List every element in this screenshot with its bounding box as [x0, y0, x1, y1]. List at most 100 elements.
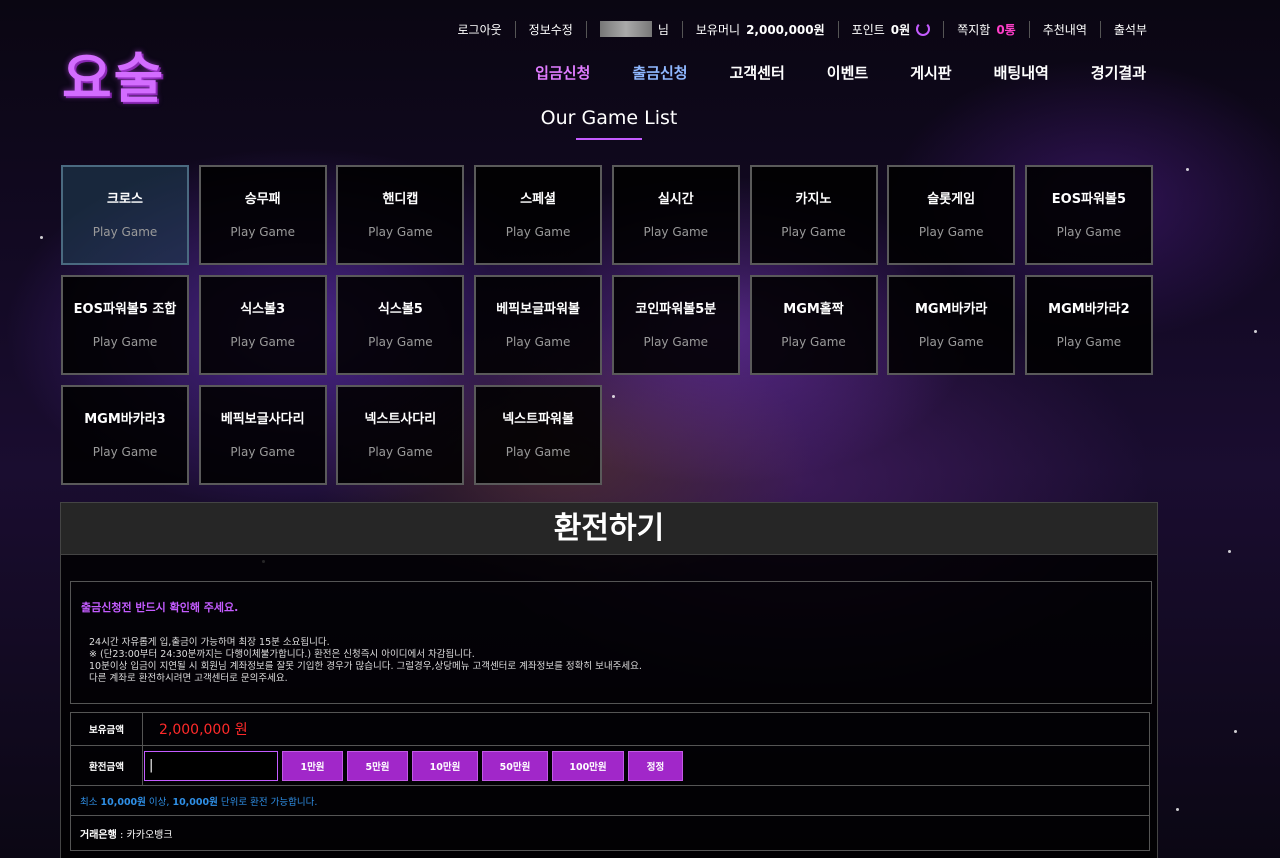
play-game-label: Play Game [230, 224, 295, 239]
nav-customer-center[interactable]: 고객센터 [709, 62, 806, 83]
play-game-label: Play Game [92, 444, 158, 459]
game-tile[interactable]: 식스볼5 Play Game [336, 275, 465, 375]
game-name: 스페셜 [520, 191, 557, 207]
edit-info-link[interactable]: 정보수정 [514, 20, 586, 38]
play-game-label: Play Game [1056, 334, 1122, 349]
nav-withdraw[interactable]: 출금신청 [611, 62, 708, 83]
masked-username [599, 21, 652, 37]
add-10k-button[interactable]: 1만원 [282, 750, 343, 781]
refresh-icon[interactable] [916, 22, 931, 36]
user-name: 님 [585, 20, 682, 38]
game-name: 베픽보글사다리 [220, 411, 305, 427]
add-500k-button[interactable]: 50만원 [482, 750, 548, 781]
game-tile[interactable]: 승무패 Play Game [198, 165, 327, 265]
play-game-label: Play Game [643, 334, 709, 349]
exchange-amount-label: 환전금액 [71, 746, 143, 785]
min-note-row: 최소 10,000원 이상, 10,000원 단위로 환전 가능합니다. [71, 786, 1149, 816]
game-name: 승무패 [244, 191, 281, 207]
exchange-panel: 환전하기 출금신청전 반드시 확인해 주세요. 24시간 자유롭게 입,출금이 … [60, 502, 1158, 858]
game-name: 넥스트사다리 [364, 411, 437, 427]
game-name: 베픽보글파워볼 [496, 301, 580, 317]
exchange-title: 환전하기 [61, 503, 1157, 555]
play-game-label: Play Game [918, 334, 984, 349]
notice-line: 다른 계좌로 환전하시려면 고객센터로 문의주세요. [89, 673, 288, 684]
reset-button[interactable]: 정정 [628, 750, 683, 781]
play-game-label: Play Game [1056, 224, 1122, 239]
nav-event[interactable]: 이벤트 [806, 62, 889, 83]
game-tile[interactable]: 핸디캡 Play Game [336, 165, 465, 265]
bank-row: 거래은행 : 카카오뱅크 [71, 816, 1149, 850]
holding-row: 보유금액 2,000,000 원 [71, 713, 1149, 746]
site-logo[interactable]: 요술 [62, 34, 165, 113]
play-game-label: Play Game [92, 224, 158, 239]
game-tile[interactable]: 넥스트파워볼 Play Game [474, 385, 603, 485]
min-amount-note: 최소 10,000원 이상, 10,000원 단위로 환전 가능합니다. [80, 796, 318, 808]
game-name: 크로스 [107, 191, 143, 207]
game-list-title: Our Game List [540, 107, 678, 129]
holding-value: 2,000,000원 [746, 22, 825, 37]
exchange-amount-input[interactable]: | [144, 750, 278, 781]
game-name: 코인파워볼5분 [635, 301, 717, 317]
referral-link[interactable]: 추천내역 [1028, 20, 1100, 38]
points: 포인트 0원 [837, 20, 944, 38]
game-name: 핸디캡 [382, 191, 419, 207]
bank-info: 거래은행 : 카카오뱅크 [80, 826, 173, 841]
game-name: EOS파워볼5 [1051, 191, 1126, 207]
game-tile[interactable]: MGM홀짝 Play Game [749, 275, 878, 375]
game-name: 식스볼5 [377, 301, 423, 317]
add-100k-button[interactable]: 10만원 [412, 750, 478, 781]
play-game-label: Play Game [230, 444, 295, 459]
add-50k-button[interactable]: 5만원 [347, 750, 408, 781]
play-game-label: Play Game [368, 334, 433, 349]
notice-title: 출금신청전 반드시 확인해 주세요. [81, 601, 239, 614]
message-box-link[interactable]: 쪽지함 0통 [943, 20, 1029, 38]
holding-amount-value: 2,000,000 원 [159, 722, 248, 738]
game-tile[interactable]: 실시간 Play Game [611, 165, 740, 265]
play-game-label: Play Game [368, 224, 433, 239]
game-tile[interactable]: 넥스트사다리 Play Game [336, 385, 465, 485]
game-tile[interactable]: 식스볼3 Play Game [198, 275, 327, 375]
game-tile[interactable]: 크로스 Play Game [61, 165, 189, 265]
play-game-label: Play Game [643, 224, 709, 239]
nav-deposit[interactable]: 입금신청 [514, 62, 611, 83]
game-tile[interactable]: 코인파워볼5분 Play Game [611, 275, 740, 375]
play-game-label: Play Game [505, 334, 571, 349]
play-game-label: Play Game [92, 334, 158, 349]
holding-amount-label: 보유금액 [71, 713, 143, 745]
holding-money: 보유머니 2,000,000원 [681, 20, 838, 38]
attendance-link[interactable]: 출석부 [1099, 20, 1160, 38]
game-name: MGM바카라 [914, 301, 988, 317]
nav-results[interactable]: 경기결과 [1070, 62, 1146, 83]
play-game-label: Play Game [505, 224, 571, 239]
game-name: MGM바카라3 [84, 411, 166, 427]
holding-label: 보유머니 [695, 22, 741, 37]
play-game-label: Play Game [918, 224, 984, 239]
game-tile[interactable]: 베픽보글파워볼 Play Game [474, 275, 603, 375]
game-tile[interactable]: 스페셜 Play Game [474, 165, 603, 265]
game-tile[interactable]: EOS파워볼5 Play Game [1024, 165, 1153, 265]
play-game-label: Play Game [368, 444, 433, 459]
game-tile[interactable]: MGM바카라3 Play Game [61, 385, 189, 485]
bank-label: 거래은행 [80, 829, 117, 841]
amount-row: 환전금액 | 1만원 5만원 10만원 50만원 100만원 정정 [71, 746, 1149, 786]
game-name: 식스볼3 [240, 301, 286, 317]
game-name: 실시간 [657, 191, 694, 207]
game-name: MGM홀짝 [783, 301, 844, 317]
nav-board[interactable]: 게시판 [889, 62, 972, 83]
add-1m-button[interactable]: 100만원 [552, 750, 624, 781]
game-name: 슬롯게임 [927, 191, 976, 207]
game-tile[interactable]: 카지노 Play Game [749, 165, 878, 265]
logout-link[interactable]: 로그아웃 [445, 21, 515, 38]
game-tile[interactable]: EOS파워볼5 조합 Play Game [61, 275, 189, 375]
bank-value: : 카카오뱅크 [116, 829, 173, 841]
game-tile[interactable]: 슬롯게임 Play Game [887, 165, 1016, 265]
nav-bet-history[interactable]: 배팅내역 [973, 62, 1070, 83]
message-label: 쪽지함 [957, 22, 991, 37]
user-suffix: 님 [657, 22, 669, 37]
game-tile[interactable]: MGM바카라 Play Game [887, 275, 1016, 375]
game-tile[interactable]: MGM바카라2 Play Game [1024, 275, 1153, 375]
play-game-label: Play Game [781, 224, 846, 239]
title-underline [576, 138, 642, 140]
game-name: EOS파워볼5 조합 [73, 301, 177, 317]
game-tile[interactable]: 베픽보글사다리 Play Game [198, 385, 327, 485]
